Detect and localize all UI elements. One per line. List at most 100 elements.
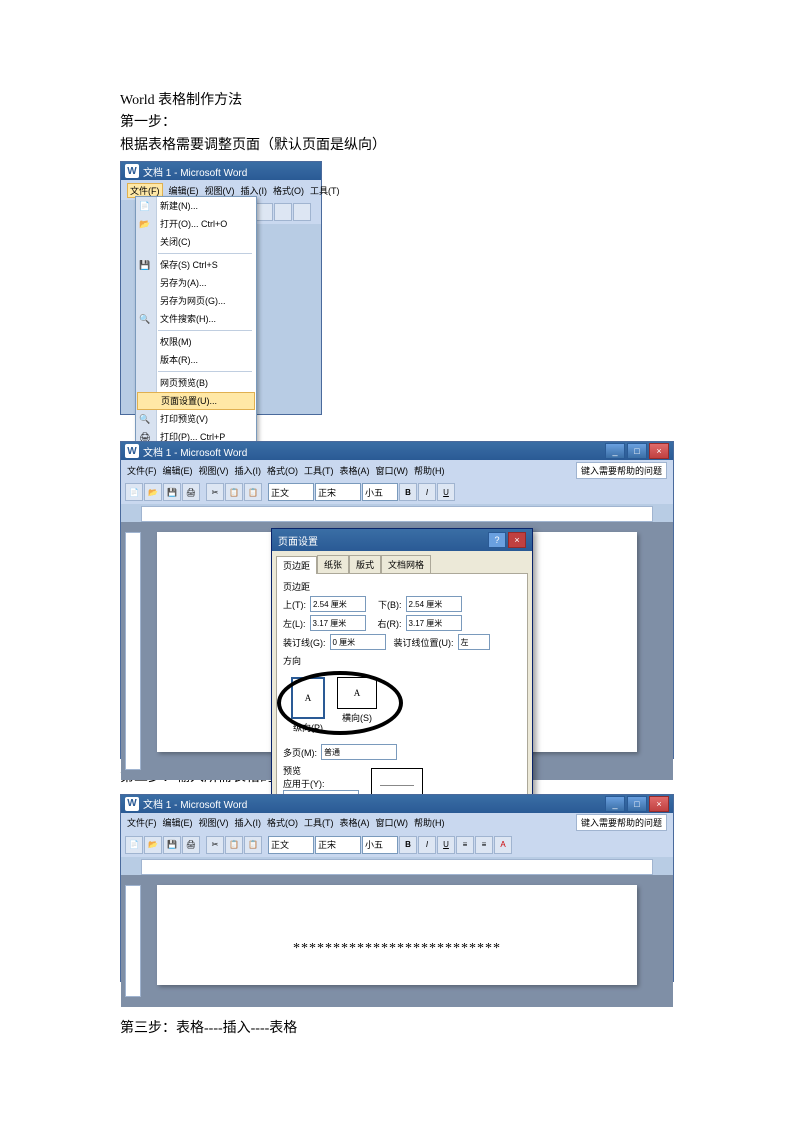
multi-input[interactable]: 普通 [321,744,397,760]
minimize-button[interactable]: _ [605,796,625,812]
dialog-close-button[interactable]: × [508,532,526,548]
menu-edit[interactable]: 编辑(E) [163,464,193,477]
menu-help[interactable]: 帮助(H) [414,816,445,829]
menu-format[interactable]: 格式(O) [273,184,304,197]
toolbar-button[interactable] [274,203,292,221]
italic-button[interactable]: I [418,836,436,854]
menu-window[interactable]: 窗口(W) [376,816,409,829]
font-combo[interactable]: 正宋 [315,483,361,501]
menu-tools[interactable]: 工具(T) [304,464,334,477]
gutter-pos-label: 装订线位置(U): [394,636,454,649]
font-combo[interactable]: 正宋 [315,836,361,854]
document-page-surface[interactable]: ************************** [157,885,637,985]
menu-item-permission[interactable]: 权限(M) [136,333,256,351]
italic-button[interactable]: I [418,483,436,501]
menu-item-pagesetup[interactable]: 页面设置(U)... [137,392,255,410]
right-input[interactable]: 3.17 厘米 [406,615,462,631]
maximize-button[interactable]: □ [627,443,647,459]
help-search-box[interactable]: 键入需要帮助的问题 [576,462,667,479]
menu-insert[interactable]: 插入(I) [235,816,262,829]
bottom-input[interactable]: 2.54 厘米 [406,596,462,612]
gutter-input[interactable]: 0 厘米 [330,634,386,650]
cut-button[interactable]: ✂ [206,836,224,854]
size-combo[interactable]: 小五 [362,483,398,501]
menu-insert[interactable]: 插入(I) [241,184,268,197]
menu-item-open[interactable]: 📂打开(O)... Ctrl+O [136,215,256,233]
menu-tools[interactable]: 工具(T) [310,184,340,197]
window-controls: _ □ × [605,443,669,459]
document-area: 页面设置 ? × 页边距 纸张 版式 文档网格 页边距 上(T): [121,522,673,780]
menu-window[interactable]: 窗口(W) [376,464,409,477]
top-input[interactable]: 2.54 厘米 [310,596,366,612]
save-button[interactable]: 💾 [163,483,181,501]
toolbar-button[interactable] [293,203,311,221]
new-button[interactable]: 📄 [125,483,143,501]
menu-item-save[interactable]: 💾保存(S) Ctrl+S [136,256,256,274]
menu-item-search[interactable]: 🔍文件搜索(H)... [136,310,256,328]
underline-button[interactable]: U [437,483,455,501]
style-combo[interactable]: 正文 [268,836,314,854]
menu-view[interactable]: 视图(V) [199,816,229,829]
horizontal-ruler [141,506,653,522]
save-button[interactable]: 💾 [163,836,181,854]
style-combo[interactable]: 正文 [268,483,314,501]
close-button[interactable]: × [649,443,669,459]
print-button[interactable]: 🖨 [182,483,200,501]
menu-item-new[interactable]: 📄新建(N)... [136,197,256,215]
open-button[interactable]: 📂 [144,836,162,854]
bold-button[interactable]: B [399,483,417,501]
menu-item-version[interactable]: 版本(R)... [136,351,256,369]
align-left-button[interactable]: ≡ [456,836,474,854]
menu-file[interactable]: 文件(F) [127,816,157,829]
underline-button[interactable]: U [437,836,455,854]
menu-edit[interactable]: 编辑(E) [169,184,199,197]
horizontal-ruler [141,859,653,875]
menu-item-webpreview[interactable]: 网页预览(B) [136,374,256,392]
new-button[interactable]: 📄 [125,836,143,854]
menu-table[interactable]: 表格(A) [340,816,370,829]
menu-item-printpreview[interactable]: 🔍打印预览(V) [136,410,256,428]
left-label: 左(L): [283,617,306,630]
font-color-button[interactable]: A [494,836,512,854]
tab-layout[interactable]: 版式 [349,555,381,573]
menu-table[interactable]: 表格(A) [340,464,370,477]
menu-format[interactable]: 格式(O) [267,816,298,829]
landscape-option[interactable]: A 横向(S) [337,677,377,734]
paste-button[interactable]: 📋 [244,836,262,854]
paste-button[interactable]: 📋 [244,483,262,501]
tab-paper[interactable]: 纸张 [317,555,349,573]
gutter-pos-input[interactable]: 左 [458,634,490,650]
menu-item-saveas[interactable]: 另存为(A)... [136,274,256,292]
left-input[interactable]: 3.17 厘米 [310,615,366,631]
size-combo[interactable]: 小五 [362,836,398,854]
tab-grid[interactable]: 文档网格 [381,555,431,573]
copy-button[interactable]: 📋 [225,483,243,501]
minimize-button[interactable]: _ [605,443,625,459]
menu-tools[interactable]: 工具(T) [304,816,334,829]
menu-file[interactable]: 文件(F) [127,464,157,477]
menu-insert[interactable]: 插入(I) [235,464,262,477]
menu-view[interactable]: 视图(V) [199,464,229,477]
menu-item-close[interactable]: 关闭(C) [136,233,256,251]
bold-button[interactable]: B [399,836,417,854]
help-search-box[interactable]: 键入需要帮助的问题 [576,814,667,831]
menu-view[interactable]: 视图(V) [205,184,235,197]
print-button[interactable]: 🖨 [182,836,200,854]
maximize-button[interactable]: □ [627,796,647,812]
tab-margins[interactable]: 页边距 [276,556,317,574]
portrait-option[interactable]: A 纵向(P) [291,677,325,734]
right-label: 右(R): [378,617,402,630]
copy-button[interactable]: 📋 [225,836,243,854]
menu-format[interactable]: 格式(O) [267,464,298,477]
menu-help[interactable]: 帮助(H) [414,464,445,477]
open-button[interactable]: 📂 [144,483,162,501]
close-button[interactable]: × [649,796,669,812]
menubar: 文件(F) 编辑(E) 视图(V) 插入(I) 格式(O) 工具(T) 表格(A… [121,460,673,480]
menu-edit[interactable]: 编辑(E) [163,816,193,829]
dialog-help-button[interactable]: ? [488,532,506,548]
cut-button[interactable]: ✂ [206,483,224,501]
menu-item-saveasweb[interactable]: 另存为网页(G)... [136,292,256,310]
align-center-button[interactable]: ≡ [475,836,493,854]
dialog-tabs: 页边距 纸张 版式 文档网格 [272,551,532,573]
toolbar-button[interactable] [255,203,273,221]
